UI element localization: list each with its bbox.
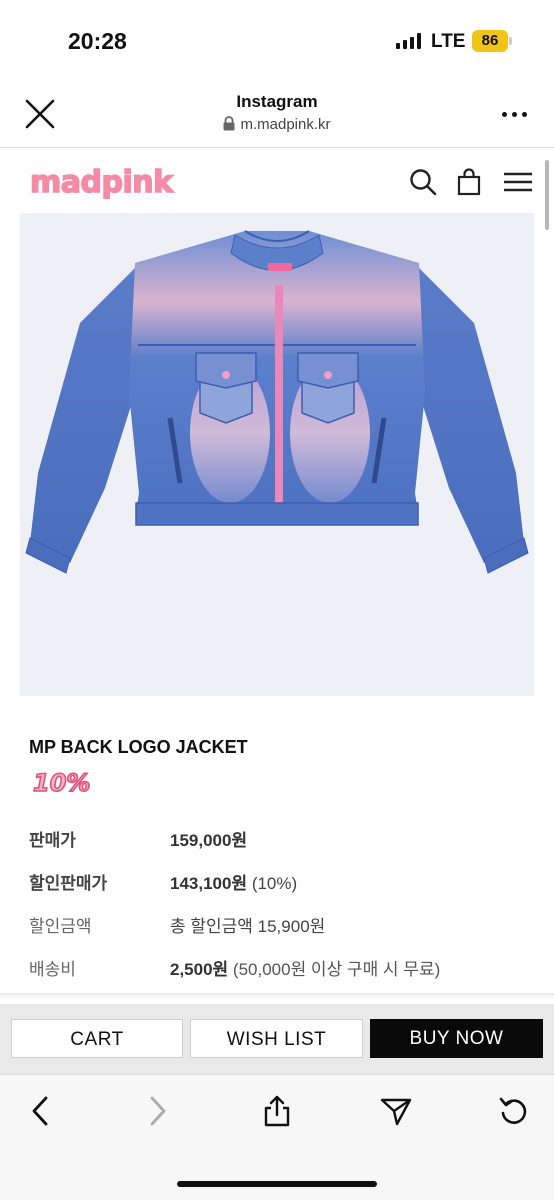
battery-tip [509,37,512,45]
status-time: 20:28 [68,28,127,54]
search-icon[interactable] [408,167,438,197]
sale-price-value-wrap: 143,100원 (10%) [170,869,297,894]
shipping-note: (50,000원 이상 구매 시 무료) [228,960,441,979]
price-value: 159,000원 [170,831,248,850]
more-icon[interactable] [500,106,530,122]
action-bar: CART WISH LIST BUY NOW [0,1004,554,1074]
browser-nav-bar [0,1074,554,1200]
product-name: MP BACK LOGO JACKET [29,737,248,757]
scrollbar[interactable] [545,160,549,230]
discount-amount-row: 할인금액 총 할인금액 15,900원 [29,912,529,938]
price-row: 판매가 159,000원 [29,826,529,852]
sale-price-row: 할인판매가 143,100원 (10%) [29,869,529,895]
url-text: m.madpink.kr [240,116,331,133]
cart-button[interactable]: CART [11,1019,183,1058]
reload-icon[interactable] [498,1095,528,1127]
browser-title: Instagram [236,92,318,111]
discount-amount-label: 할인금액 [29,917,92,936]
discount-badge: 10% [31,764,111,798]
share-icon[interactable] [262,1095,292,1127]
discount-amount-value: 총 할인금액 15,900원 [170,917,326,936]
madpink-logo[interactable]: madpink [29,163,200,201]
browser-header: Instagram m.madpink.kr [0,80,554,148]
sale-price-value: 143,100원 [170,874,248,893]
shipping-value-wrap: 2,500원 (50,000원 이상 구매 시 무료) [170,955,440,980]
shipping-value: 2,500원 [170,960,229,979]
signal-icon [396,33,422,49]
sale-price-label: 할인판매가 [29,874,108,893]
cart-bag-icon[interactable] [455,167,485,197]
product-image [20,213,534,696]
shipping-label: 배송비 [29,960,76,979]
status-bar: 20:28 LTE 86 [0,0,554,80]
discount-badge-text: 10% [33,769,90,797]
menu-icon[interactable] [503,167,533,197]
shipping-row: 배송비 2,500원 (50,000원 이상 구매 시 무료) [29,955,529,981]
action-bar-shadow [0,993,554,999]
browser-url[interactable]: m.madpink.kr [0,116,554,135]
buy-now-button[interactable]: BUY NOW [370,1019,543,1058]
site-header: madpink [0,149,554,213]
back-icon[interactable] [26,1095,56,1127]
sale-percent: (10%) [247,874,298,893]
lock-icon [223,116,235,135]
forward-icon[interactable] [142,1095,172,1127]
price-label: 판매가 [29,831,76,850]
network-label: LTE [431,31,466,52]
battery-icon: 86 [472,30,508,52]
svg-text:madpink: madpink [30,165,174,199]
send-icon[interactable] [380,1095,412,1127]
home-indicator[interactable] [177,1181,377,1187]
wish-list-button[interactable]: WISH LIST [190,1019,363,1058]
